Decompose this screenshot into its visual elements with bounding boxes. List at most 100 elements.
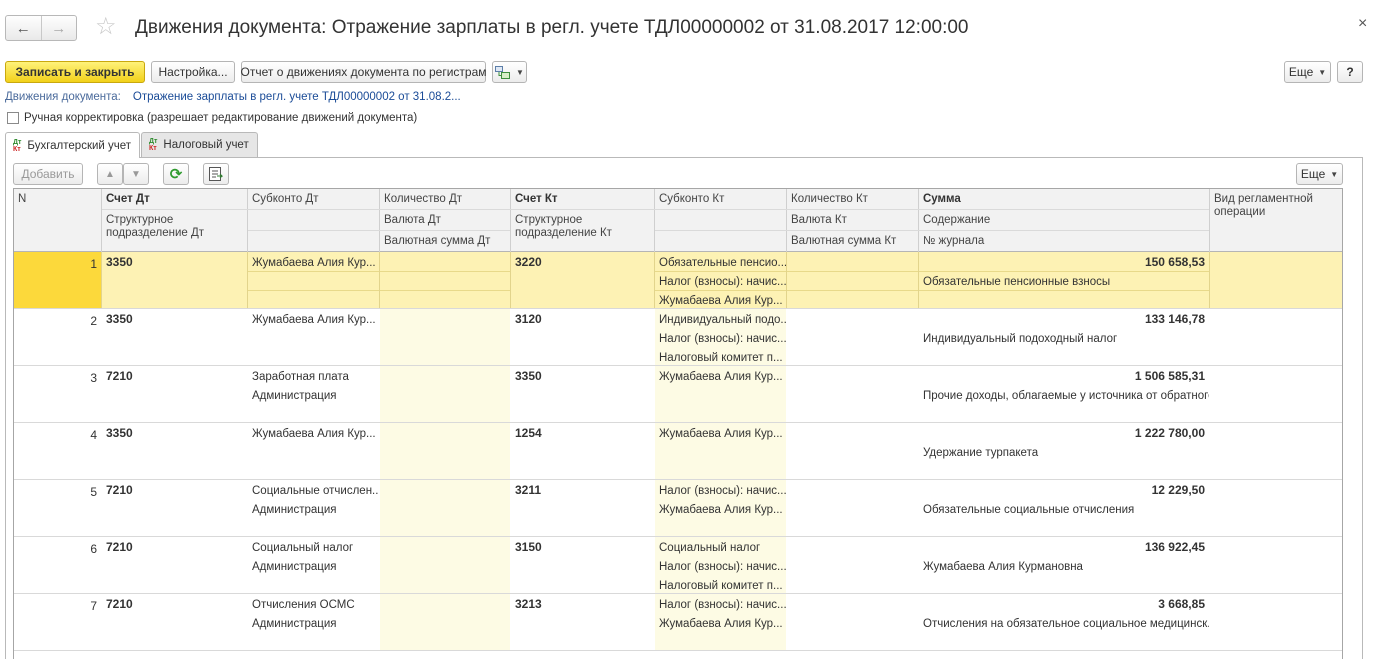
subconto-kt[interactable]: Жумабаева Алия Кур...: [655, 294, 786, 308]
favorite-star-icon[interactable]: ☆: [95, 14, 117, 40]
tab-tax[interactable]: Дт Кт Налоговый учет: [141, 132, 258, 157]
document-link[interactable]: Отражение зарплаты в регл. учете ТДЛ0000…: [133, 91, 461, 103]
register-report-button[interactable]: Отчет о движениях документа по регистрам: [241, 61, 487, 83]
subconto-dt[interactable]: Жумабаева Алия Кур...: [248, 256, 379, 270]
more-button[interactable]: Еще ▼: [1284, 61, 1331, 83]
subconto-dt[interactable]: Жумабаева Алия Кур...: [248, 427, 379, 441]
account-dt[interactable]: 7210: [102, 540, 247, 554]
move-up-button[interactable]: ▲: [97, 163, 123, 185]
col-division-kt[interactable]: Структурное подразделение Кт: [511, 211, 654, 240]
table-more-button[interactable]: Еще ▼: [1296, 163, 1343, 185]
amount[interactable]: 1 506 585,31: [919, 369, 1209, 383]
col-account-kt[interactable]: Счет Кт: [511, 190, 654, 206]
account-kt[interactable]: 3120: [511, 312, 654, 326]
col-quantity-dt[interactable]: Количество Дт: [380, 190, 510, 206]
subconto-kt[interactable]: Обязательные пенсио...: [655, 256, 786, 270]
table-row[interactable]: 4 3350 Жумабаева Алия Кур... 1254 Жумабаева …: [14, 423, 1342, 480]
amount[interactable]: 3 668,85: [919, 597, 1209, 611]
col-currency-sum-kt[interactable]: Валютная сумма Кт: [787, 232, 918, 248]
col-currency-sum-dt[interactable]: Валютная сумма Дт: [380, 232, 510, 248]
content[interactable]: Индивидуальный подоходный налог: [919, 332, 1209, 346]
content[interactable]: Обязательные пенсионные взносы: [919, 275, 1209, 289]
col-subconto-dt[interactable]: Субконто Дт: [248, 190, 379, 206]
table-row[interactable]: 7 7210 Отчисления ОСМС Администрация 3213 Нал…: [14, 594, 1342, 651]
col-sum[interactable]: Сумма: [919, 190, 1209, 206]
subconto-kt[interactable]: Налог (взносы): начис...: [655, 560, 786, 574]
col-currency-kt[interactable]: Валюта Кт: [787, 211, 918, 227]
close-icon[interactable]: ×: [1358, 15, 1367, 33]
structure-dropdown-button[interactable]: ▼: [492, 61, 527, 83]
col-division-dt[interactable]: Структурное подразделение Дт: [102, 211, 247, 240]
subconto-dt[interactable]: Администрация: [248, 617, 379, 631]
content[interactable]: Отчисления на обязательное социальное ме…: [919, 617, 1209, 631]
col-journal[interactable]: № журнала: [919, 232, 1209, 248]
content[interactable]: Обязательные социальные отчисления: [919, 503, 1209, 517]
subconto-kt[interactable]: Налог (взносы): начис...: [655, 484, 786, 498]
account-dt[interactable]: 3350: [102, 426, 247, 440]
forward-button[interactable]: →: [40, 16, 77, 40]
subconto-kt[interactable]: Налоговый комитет п...: [655, 351, 786, 365]
content[interactable]: Удержание турпакета: [919, 446, 1209, 460]
col-content[interactable]: Содержание: [919, 211, 1209, 227]
account-dt[interactable]: 7210: [102, 483, 247, 497]
subconto-kt[interactable]: Налоговый комитет п...: [655, 579, 786, 593]
subconto-dt[interactable]: Администрация: [248, 503, 379, 517]
subconto-dt[interactable]: Социальные отчислен...: [248, 484, 379, 498]
tab-accounting[interactable]: Дт Кт Бухгалтерский учет: [5, 132, 140, 158]
content[interactable]: Жумабаева Алия Курмановна: [919, 560, 1209, 574]
account-dt[interactable]: 7210: [102, 369, 247, 383]
subconto-kt[interactable]: Жумабаева Алия Кур...: [655, 427, 786, 441]
subconto-dt[interactable]: Заработная плата: [248, 370, 379, 384]
account-dt[interactable]: 7210: [102, 597, 247, 611]
subconto-dt[interactable]: Социальный налог: [248, 541, 379, 555]
amount[interactable]: 1 222 780,00: [919, 426, 1209, 440]
subconto-kt[interactable]: Жумабаева Алия Кур...: [655, 370, 786, 384]
subconto-kt[interactable]: Жумабаева Алия Кур...: [655, 503, 786, 517]
subconto-dt[interactable]: Администрация: [248, 389, 379, 403]
table-row[interactable]: 6 7210 Социальный налог Администрация 3150 Со…: [14, 537, 1342, 594]
back-button[interactable]: ←: [6, 16, 41, 40]
subconto-kt[interactable]: Налог (взносы): начис...: [655, 332, 786, 346]
table-row[interactable]: 1 3350 Жумабаева Алия Кур... 3220 Обязательн…: [14, 252, 1342, 309]
account-dt[interactable]: 3350: [102, 312, 247, 326]
settings-button[interactable]: Настройка...: [151, 61, 235, 83]
account-kt[interactable]: 3211: [511, 483, 654, 497]
output-list-button[interactable]: [203, 163, 229, 185]
help-button[interactable]: ?: [1337, 61, 1363, 83]
subconto-kt[interactable]: Социальный налог: [655, 541, 786, 555]
subconto-dt[interactable]: Отчисления ОСМС: [248, 598, 379, 612]
refresh-button[interactable]: ⟳: [163, 163, 189, 185]
amount[interactable]: 12 229,50: [919, 483, 1209, 497]
dt-label: Дт: [149, 138, 158, 145]
subconto-kt[interactable]: Налог (взносы): начис...: [655, 598, 786, 612]
account-kt[interactable]: 3213: [511, 597, 654, 611]
account-kt[interactable]: 3150: [511, 540, 654, 554]
add-button[interactable]: Добавить: [13, 163, 83, 185]
col-account-dt[interactable]: Счет Дт: [102, 190, 247, 206]
account-kt[interactable]: 3350: [511, 369, 654, 383]
account-kt[interactable]: 3220: [511, 255, 654, 269]
col-quantity-kt[interactable]: Количество Кт: [787, 190, 918, 206]
subconto-kt[interactable]: Индивидуальный подо...: [655, 313, 786, 327]
manual-edit-checkbox[interactable]: [7, 112, 19, 124]
move-down-button[interactable]: ▼: [123, 163, 149, 185]
table-row[interactable]: 2 3350 Жумабаева Алия Кур... 3120 Индивидуал…: [14, 309, 1342, 366]
col-subconto-kt[interactable]: Субконто Кт: [655, 190, 786, 206]
amount[interactable]: 150 658,53: [919, 255, 1209, 269]
col-n[interactable]: N: [14, 190, 101, 206]
amount[interactable]: 136 922,45: [919, 540, 1209, 554]
amount[interactable]: 133 146,78: [919, 312, 1209, 326]
table-row[interactable]: 3 7210 Заработная плата Администрация 3350 Жу…: [14, 366, 1342, 423]
subconto-dt[interactable]: Жумабаева Алия Кур...: [248, 313, 379, 327]
account-dt[interactable]: 3350: [102, 255, 247, 269]
content[interactable]: Прочие доходы, облагаемые у источника от…: [919, 389, 1209, 403]
subconto-dt[interactable]: Администрация: [248, 560, 379, 574]
account-kt[interactable]: 1254: [511, 426, 654, 440]
table-row[interactable]: 5 7210 Социальные отчислен... Администрация…: [14, 480, 1342, 537]
col-currency-dt[interactable]: Валюта Дт: [380, 211, 510, 227]
col-operation-type[interactable]: Вид регламентной операции: [1210, 190, 1342, 219]
manual-edit-row[interactable]: Ручная корректировка (разрешает редактир…: [7, 112, 417, 124]
subconto-kt[interactable]: Жумабаева Алия Кур...: [655, 617, 786, 631]
save-and-close-button[interactable]: Записать и закрыть: [5, 61, 145, 83]
subconto-kt[interactable]: Налог (взносы): начис...: [655, 275, 786, 289]
